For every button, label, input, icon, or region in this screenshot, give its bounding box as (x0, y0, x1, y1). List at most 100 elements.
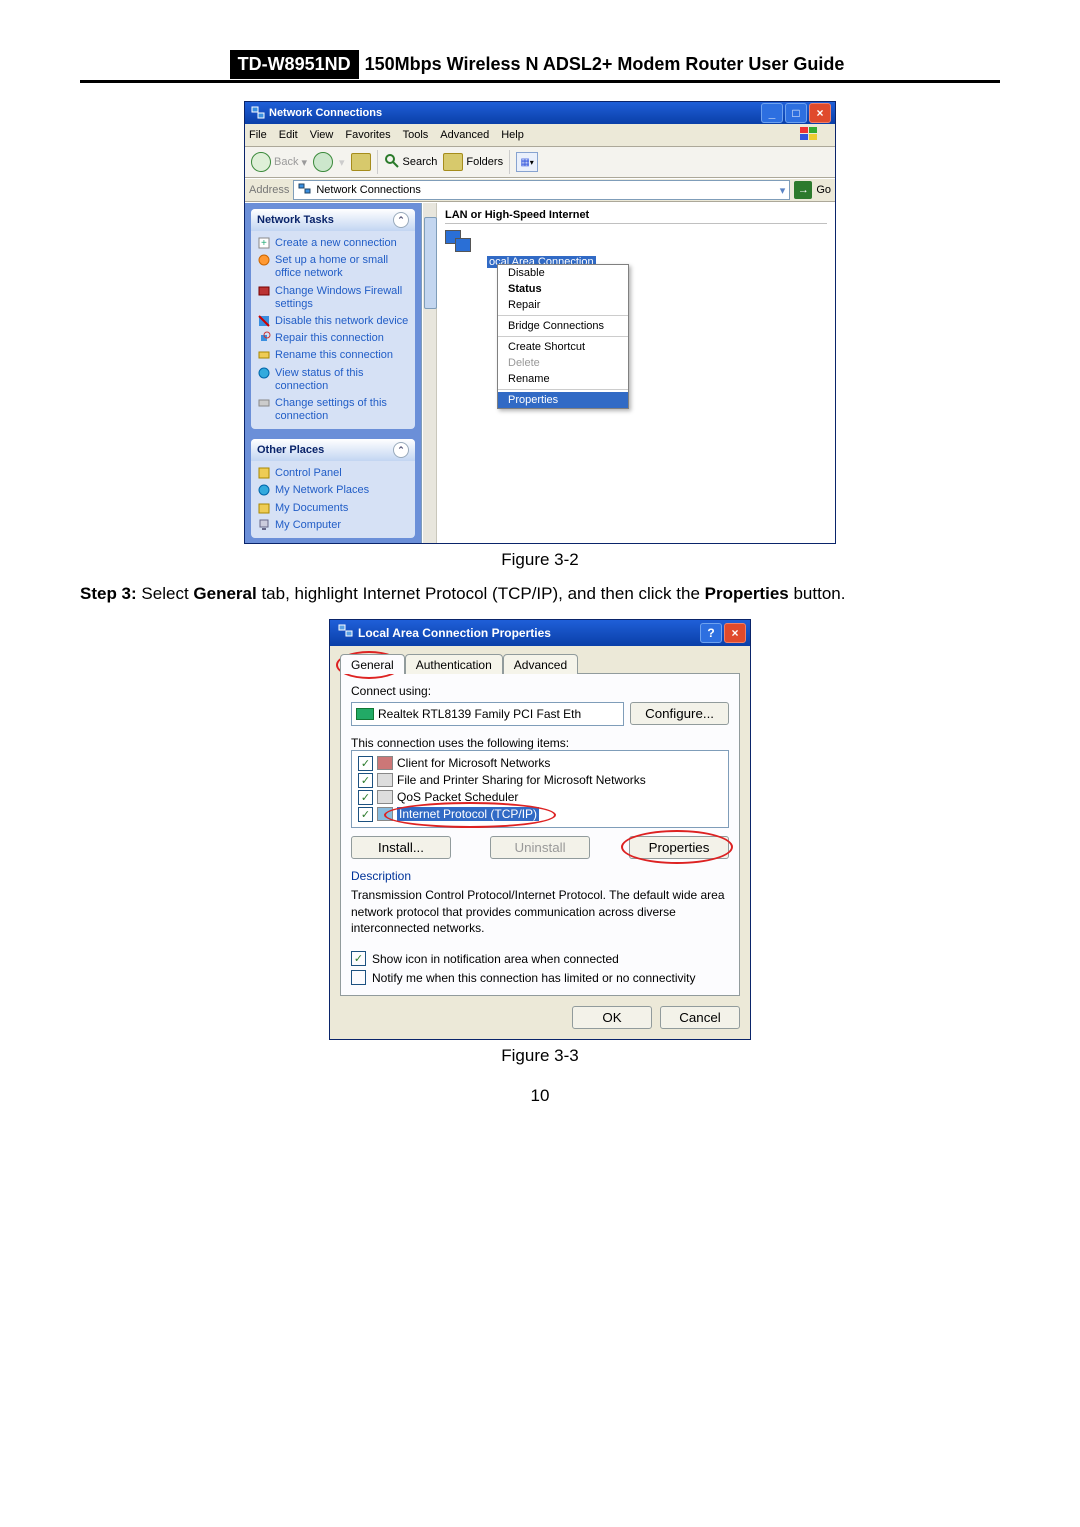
address-bar: Address Network Connections ▾ → Go (245, 178, 835, 202)
protocol-icon (377, 807, 393, 821)
chevron-up-icon[interactable]: ⌃ (393, 442, 409, 458)
tab-authentication[interactable]: Authentication (405, 654, 503, 674)
menubar[interactable]: File Edit View Favorites Tools Advanced … (245, 124, 835, 147)
checkbox-icon[interactable] (351, 970, 366, 985)
checkbox-icon[interactable]: ✓ (358, 790, 373, 805)
adapter-field[interactable]: Realtek RTL8139 Family PCI Fast Eth (351, 702, 624, 726)
menu-favorites[interactable]: Favorites (345, 129, 390, 141)
task-disable[interactable]: Disable this network device (257, 313, 409, 330)
scrollbar[interactable] (423, 203, 437, 543)
task-rename[interactable]: Rename this connection (257, 347, 409, 364)
item-client[interactable]: ✓ Client for Microsoft Networks (358, 755, 722, 772)
back-button[interactable]: Back▾ (251, 152, 307, 172)
menu-view[interactable]: View (310, 129, 334, 141)
description-text: Transmission Control Protocol/Internet P… (351, 887, 729, 937)
ctx-rename[interactable]: Rename (498, 371, 628, 387)
views-button[interactable]: ▦▾ (516, 152, 538, 172)
network-icon (251, 106, 265, 120)
address-value: Network Connections (316, 184, 421, 196)
other-places-panel: Other Places ⌃ Control Panel My Network … (251, 439, 415, 538)
ctx-shortcut[interactable]: Create Shortcut (498, 339, 628, 355)
connection-icon (338, 624, 354, 641)
maximize-button[interactable]: □ (785, 103, 807, 123)
other-my-computer[interactable]: My Computer (257, 517, 409, 534)
go-button[interactable]: → (794, 181, 812, 199)
ctx-bridge[interactable]: Bridge Connections (498, 318, 628, 334)
toolbar: Back▾ ▾ Search Folders ▦▾ (245, 147, 835, 178)
minimize-button[interactable]: _ (761, 103, 783, 123)
network-connections-window: Network Connections _ □ × File Edit View… (244, 101, 836, 544)
checkbox-icon[interactable]: ✓ (358, 756, 373, 771)
show-icon-row[interactable]: ✓ Show icon in notification area when co… (351, 951, 729, 966)
titlebar[interactable]: Local Area Connection Properties ? × (330, 620, 750, 646)
connect-using-label: Connect using: (351, 684, 729, 698)
ctx-repair[interactable]: Repair (498, 297, 628, 313)
uses-label: This connection uses the following items… (351, 736, 729, 750)
header-row: TD-W8951ND 150Mbps Wireless N ADSL2+ Mod… (80, 50, 1000, 83)
tab-advanced[interactable]: Advanced (503, 654, 578, 674)
tab-panel-general: Connect using: Realtek RTL8139 Family PC… (340, 673, 740, 996)
folders-icon (443, 153, 463, 171)
ctx-properties[interactable]: Properties (498, 392, 628, 408)
window-title: Network Connections (269, 107, 382, 119)
figure-3-3-caption: Figure 3-3 (80, 1046, 1000, 1066)
menu-tools[interactable]: Tools (403, 129, 429, 141)
lac-properties-dialog: Local Area Connection Properties ? × Gen… (329, 619, 751, 1040)
content-pane: LAN or High-Speed Internet ocal Area Con… (422, 203, 835, 543)
titlebar[interactable]: Network Connections _ □ × (245, 102, 835, 124)
task-create[interactable]: +Create a new connection (257, 235, 409, 252)
cancel-button[interactable]: Cancel (660, 1006, 740, 1029)
help-button[interactable]: ? (700, 623, 722, 643)
other-network-places[interactable]: My Network Places (257, 482, 409, 499)
other-my-documents[interactable]: My Documents (257, 500, 409, 517)
ctx-disable[interactable]: Disable (498, 265, 628, 281)
notify-row[interactable]: Notify me when this connection has limit… (351, 970, 729, 985)
close-button[interactable]: × (809, 103, 831, 123)
chevron-up-icon[interactable]: ⌃ (393, 212, 409, 228)
forward-button[interactable] (313, 152, 333, 172)
install-button[interactable]: Install... (351, 836, 451, 859)
item-fileshare[interactable]: ✓ File and Printer Sharing for Microsoft… (358, 772, 722, 789)
guide-title: 150Mbps Wireless N ADSL2+ Modem Router U… (359, 50, 851, 79)
checkbox-icon[interactable]: ✓ (358, 773, 373, 788)
figure-3-2-caption: Figure 3-2 (80, 550, 1000, 570)
connection-icon[interactable] (445, 230, 473, 254)
service-icon (377, 773, 393, 787)
item-tcpip[interactable]: ✓ Internet Protocol (TCP/IP) (358, 806, 722, 823)
menu-edit[interactable]: Edit (279, 129, 298, 141)
task-home[interactable]: Set up a home or small office network (257, 252, 409, 282)
items-listbox[interactable]: ✓ Client for Microsoft Networks ✓ File a… (351, 750, 729, 828)
network-tasks-panel: Network Tasks ⌃ +Create a new connection… (251, 209, 415, 429)
description-label: Description (351, 869, 729, 883)
other-control-panel[interactable]: Control Panel (257, 465, 409, 482)
folders-button[interactable]: Folders (443, 153, 503, 171)
close-button[interactable]: × (724, 623, 746, 643)
up-folder-icon[interactable] (351, 153, 371, 171)
page-number: 10 (80, 1086, 1000, 1106)
checkbox-icon[interactable]: ✓ (351, 951, 366, 966)
go-label: Go (816, 184, 831, 196)
task-change[interactable]: Change settings of this connection (257, 395, 409, 425)
item-qos[interactable]: ✓ QoS Packet Scheduler (358, 789, 722, 806)
configure-button[interactable]: Configure... (630, 702, 729, 725)
search-button[interactable]: Search (384, 153, 438, 172)
ctx-status[interactable]: Status (498, 281, 628, 297)
ok-button[interactable]: OK (572, 1006, 652, 1029)
menu-file[interactable]: File (249, 129, 267, 141)
dialog-title: Local Area Connection Properties (358, 626, 551, 640)
address-field[interactable]: Network Connections ▾ (293, 180, 790, 200)
task-repair[interactable]: Repair this connection (257, 330, 409, 347)
search-icon (384, 153, 400, 172)
other-places-header[interactable]: Other Places ⌃ (251, 439, 415, 461)
network-tasks-header[interactable]: Network Tasks ⌃ (251, 209, 415, 231)
step3-label: Step 3: (80, 584, 137, 603)
task-firewall[interactable]: Change Windows Firewall settings (257, 283, 409, 313)
checkbox-icon[interactable]: ✓ (358, 807, 373, 822)
tab-general[interactable]: General (340, 654, 405, 674)
adapter-name: Realtek RTL8139 Family PCI Fast Eth (378, 707, 581, 721)
task-status[interactable]: View status of this connection (257, 365, 409, 395)
tabs: General Authentication Advanced (340, 654, 740, 674)
properties-button[interactable]: Properties (629, 836, 729, 859)
menu-advanced[interactable]: Advanced (440, 129, 489, 141)
menu-help[interactable]: Help (501, 129, 524, 141)
